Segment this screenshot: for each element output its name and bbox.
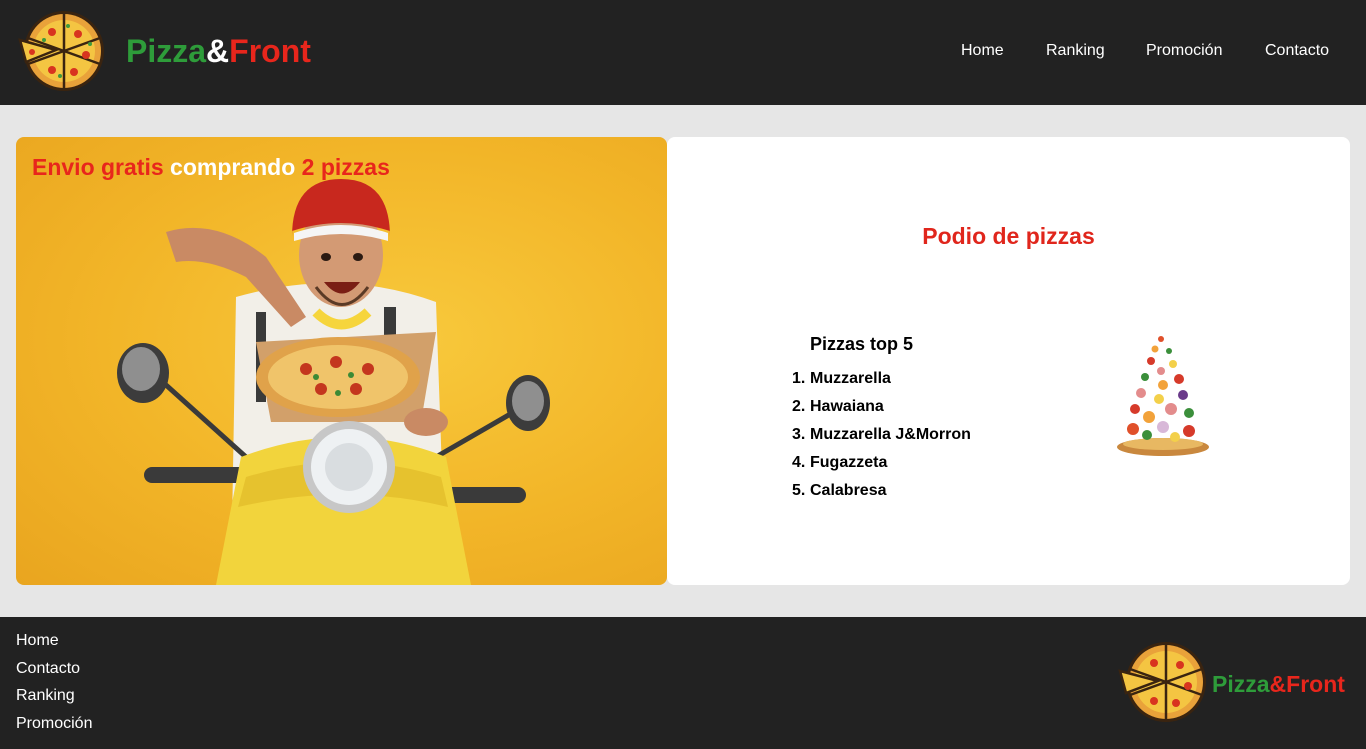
promo-title-part1: Envio gratis — [32, 154, 164, 180]
top-list-title: Pizzas top 5 — [810, 334, 914, 354]
list-item-name: Muzzarella — [810, 370, 891, 387]
promo-title: Envio gratis comprando 2 pizzas — [32, 154, 390, 181]
promo-banner[interactable]: Envio gratis comprando 2 pizzas — [16, 137, 667, 585]
list-item-name: Hawaiana — [810, 398, 884, 415]
list-item-name: Calabresa — [810, 482, 887, 499]
flying-ingredients-pizza-image — [1117, 336, 1209, 456]
promo-title-part2: comprando — [170, 154, 296, 180]
podium-card: Podio de pizzas Pizzas top 5 1. Muzzarell… — [667, 137, 1350, 585]
site-header: Pizza&Front Home Ranking Promoción Conta… — [0, 0, 1366, 105]
list-item: 3. Muzzarella J&Morron — [792, 426, 971, 454]
brand-ampersand: & — [206, 33, 230, 69]
footer-brand-word-pizza: Pizza — [1212, 671, 1270, 697]
list-item-name: Muzzarella J&Morron — [810, 426, 971, 443]
footer-pizza-logo-icon — [1116, 641, 1212, 723]
list-item-number: 1. — [792, 370, 806, 387]
nav-item-contacto[interactable]: Contacto — [1265, 42, 1329, 60]
site-footer: Home Contacto Ranking Promoción Pizza&Fr… — [0, 617, 1366, 749]
brand-word-front: Front — [229, 33, 311, 69]
list-item-name: Fugazzeta — [810, 454, 888, 471]
nav-item-home[interactable]: Home — [961, 42, 1004, 60]
list-item: 1. Muzzarella — [792, 370, 971, 398]
podium-title: Podio de pizzas — [922, 223, 1095, 249]
footer-link-ranking[interactable]: Ranking — [16, 687, 92, 715]
list-item-number: 3. — [792, 426, 806, 443]
list-item-number: 5. — [792, 482, 806, 499]
list-item-number: 4. — [792, 454, 806, 471]
list-item: 4. Fugazzeta — [792, 454, 971, 482]
brand-title[interactable]: Pizza&Front — [126, 33, 311, 70]
nav-item-ranking[interactable]: Ranking — [1046, 42, 1105, 60]
list-item: 2. Hawaiana — [792, 398, 971, 426]
delivery-man-scooter-image — [117, 179, 550, 585]
footer-brand-word-front: &Front — [1269, 671, 1345, 697]
footer-nav: Home Contacto Ranking Promoción — [16, 632, 92, 742]
footer-brand-title: Pizza&Front — [1212, 671, 1345, 698]
promo-title-part3: 2 pizzas — [301, 154, 390, 180]
pizza-logo-icon[interactable] — [16, 10, 108, 92]
footer-link-home[interactable]: Home — [16, 632, 92, 660]
brand-word-pizza: Pizza — [126, 33, 207, 69]
list-item: 5. Calabresa — [792, 482, 971, 510]
footer-link-contacto[interactable]: Contacto — [16, 660, 92, 688]
list-item-number: 2. — [792, 398, 806, 415]
nav-item-promocion[interactable]: Promoción — [1146, 42, 1222, 60]
top-pizza-list: 1. Muzzarella 2. Hawaiana 3. Muzzarella J&M… — [792, 370, 971, 510]
footer-link-promocion[interactable]: Promoción — [16, 715, 92, 743]
